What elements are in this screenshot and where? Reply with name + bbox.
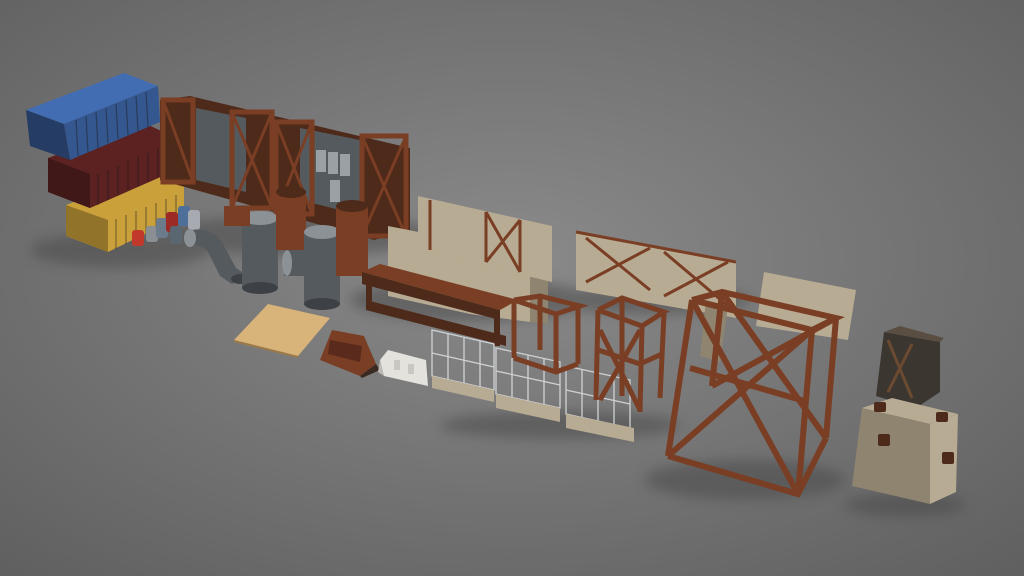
concrete-block [852, 398, 958, 504]
asset-pack-render [0, 0, 1024, 576]
metal-bin [876, 326, 944, 408]
